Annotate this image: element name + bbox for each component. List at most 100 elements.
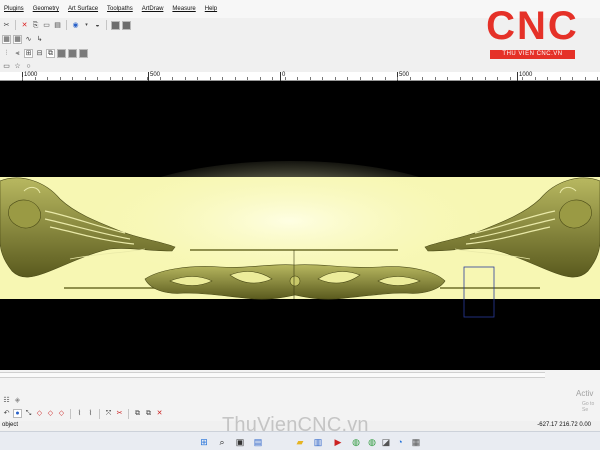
shield-icon[interactable] — [79, 48, 88, 58]
selection-box[interactable] — [463, 266, 495, 318]
diamond-icon[interactable]: ◇ — [46, 409, 55, 418]
horizontal-scrollbar[interactable] — [0, 372, 545, 378]
cursor-coordinates: -627.17 216.72 0.00 — [537, 422, 591, 428]
ruler-minor-tick — [509, 77, 511, 80]
chrome-icon[interactable]: ◍ — [366, 436, 378, 448]
layer-toolbar: ☷ ◈ — [0, 394, 22, 406]
menu-artdraw[interactable]: ArtDraw — [142, 6, 164, 12]
align-icon[interactable]: ⫶ — [2, 49, 11, 58]
ruler-minor-tick — [384, 77, 386, 80]
copy-icon[interactable]: ⧉ — [46, 48, 55, 58]
separator — [128, 408, 129, 419]
app-icon[interactable]: ◪ — [380, 436, 392, 448]
ruler-minor-tick — [584, 77, 586, 80]
diamond-icon[interactable]: ◇ — [35, 409, 44, 418]
pin-icon[interactable]: ◈ — [13, 396, 22, 405]
ruler-minor-tick — [272, 77, 273, 80]
ruler-minor-tick — [47, 77, 48, 80]
ruler-minor-tick — [209, 77, 211, 80]
edge-icon[interactable]: ◔ — [394, 436, 406, 448]
globe-icon[interactable]: ◉ — [71, 21, 80, 30]
grid-icon[interactable]: ⊞ — [24, 48, 33, 58]
ruler-minor-tick — [34, 77, 36, 80]
grid-icon[interactable]: ▦ — [13, 34, 22, 44]
ruler-minor-tick — [134, 77, 136, 80]
vector-toolbar: ▦ ▦ ∿ ↳ — [0, 32, 44, 46]
ruler-minor-tick — [309, 77, 311, 80]
folder-icon[interactable]: ▰ — [294, 436, 306, 448]
select-icon[interactable]: ● — [13, 409, 22, 418]
menu-toolpaths[interactable]: Toolpaths — [107, 6, 133, 12]
rectangle-icon[interactable]: ▭ — [2, 62, 11, 71]
ruler-minor-tick — [409, 77, 411, 80]
ruler-minor-tick — [222, 77, 223, 80]
circle-icon[interactable]: ○ — [24, 62, 33, 71]
thuviencnc-logo: CNC THU VIEN CNC.VN — [470, 6, 595, 61]
ruler-minor-tick — [347, 77, 348, 80]
blade-icon[interactable]: ⌇ — [86, 409, 95, 418]
separator — [70, 408, 71, 419]
ruler-minor-tick — [172, 77, 173, 80]
node-icon[interactable]: ⤡ — [24, 409, 33, 418]
shield-icon[interactable] — [111, 20, 120, 30]
layer-icon[interactable]: ⧉ — [144, 409, 153, 418]
distribute-icon[interactable]: ⫷ — [13, 49, 22, 58]
grid-icon[interactable]: ▦ — [2, 34, 11, 44]
windows-icon[interactable]: ⊞ — [198, 436, 210, 448]
ruler-label: 500 — [399, 72, 410, 78]
weld-icon[interactable]: ⤧ — [104, 409, 113, 418]
logo-text: CNC — [486, 4, 579, 48]
edit-toolbar: ↶ ● ⤡ ◇ ◇ ◇ ⌇ ⌇ ⤧ ✂ ⧉ ⧉ ✕ — [0, 407, 164, 420]
separator — [66, 20, 67, 30]
chrome-icon[interactable]: ◍ — [350, 436, 362, 448]
ruler-minor-tick — [284, 77, 286, 80]
ruler-minor-tick — [184, 77, 186, 80]
ruler-minor-tick — [234, 77, 236, 80]
chart-icon[interactable]: ▥ — [312, 436, 324, 448]
logo-subtitle: THU VIEN CNC.VN — [490, 50, 575, 59]
print-icon[interactable]: ▤ — [53, 21, 62, 30]
chevron-down-icon[interactable]: ▾ — [82, 21, 91, 30]
shield-icon[interactable] — [68, 48, 77, 58]
ruler-minor-tick — [109, 77, 111, 80]
ruler-label: 1000 — [519, 72, 533, 78]
3d-viewport[interactable] — [0, 81, 600, 370]
menu-art-surface[interactable]: Art Surface — [68, 6, 98, 12]
app-icon[interactable]: ▦ — [410, 436, 422, 448]
copy-icon[interactable]: ⎘ — [31, 21, 40, 30]
preview-icon[interactable]: ◒ — [93, 21, 102, 30]
cut-icon[interactable]: ✂ — [115, 409, 124, 418]
delete-icon[interactable]: ✕ — [155, 409, 164, 418]
menu-help[interactable]: Help — [205, 6, 217, 12]
undo-icon[interactable]: ↶ — [2, 409, 11, 418]
ruler-minor-tick — [197, 77, 198, 80]
ruler-minor-tick — [522, 77, 523, 80]
horizontal-ruler: 1000 500 0 500 1000 — [0, 72, 600, 81]
blade-icon[interactable]: ⌇ — [75, 409, 84, 418]
search-icon[interactable]: ⌕ — [216, 436, 228, 448]
paste-icon[interactable]: ▭ — [42, 21, 51, 30]
ruler-minor-tick — [122, 77, 123, 80]
ruler-minor-tick — [459, 77, 461, 80]
shield-icon[interactable] — [122, 20, 131, 30]
menu-measure[interactable]: Measure — [172, 6, 195, 12]
layers-icon[interactable]: ☷ — [2, 396, 11, 405]
transform-icon[interactable]: ⊟ — [35, 49, 44, 58]
curve-icon[interactable]: ∿ — [24, 35, 33, 44]
cut-icon[interactable]: ✂ — [2, 21, 11, 30]
star-icon[interactable]: ☆ — [13, 62, 22, 71]
delete-icon[interactable]: ✕ — [20, 21, 29, 30]
ruler-minor-tick — [359, 77, 361, 80]
diamond-icon[interactable]: ◇ — [57, 409, 66, 418]
ruler-minor-tick — [484, 77, 486, 80]
menu-geometry[interactable]: Geometry — [33, 6, 59, 12]
ruler-minor-tick — [159, 77, 161, 80]
menu-plugins[interactable]: Plugins — [4, 6, 24, 12]
ruler-minor-tick — [397, 77, 398, 80]
shield-icon[interactable] — [57, 48, 66, 58]
taskview-icon[interactable]: ▣ — [234, 436, 246, 448]
terminal-icon[interactable]: ▶ — [332, 436, 344, 448]
arrow-icon[interactable]: ↳ — [35, 35, 44, 44]
layer-icon[interactable]: ⧉ — [133, 409, 142, 418]
explorer-icon[interactable]: ▤ — [252, 436, 264, 448]
